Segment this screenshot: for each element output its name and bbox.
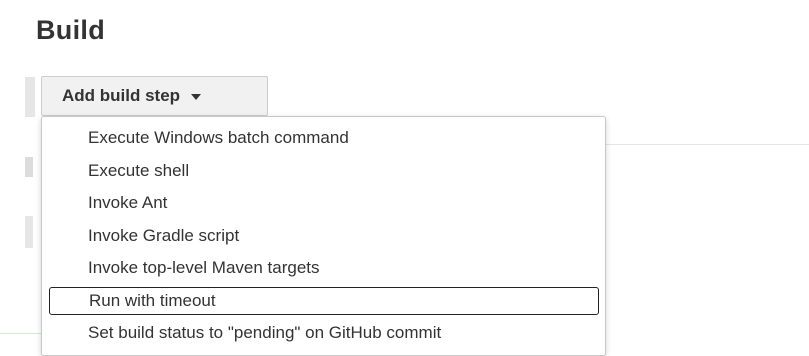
section-title: Build <box>36 15 105 45</box>
menu-item-set-github-status-pending[interactable]: Set build status to "pending" on GitHub … <box>42 317 605 350</box>
menu-item-run-with-timeout[interactable]: Run with timeout <box>49 286 599 315</box>
build-step-dropdown-menu: Execute Windows batch command Execute sh… <box>41 116 606 356</box>
obscured-button-edge <box>25 216 33 248</box>
menu-item-execute-windows-batch[interactable]: Execute Windows batch command <box>42 122 605 155</box>
menu-item-invoke-gradle[interactable]: Invoke Gradle script <box>42 220 605 253</box>
add-build-step-label: Add build step <box>62 86 181 105</box>
menu-item-invoke-ant[interactable]: Invoke Ant <box>42 187 605 220</box>
caret-down-icon <box>191 94 202 100</box>
menu-item-invoke-maven[interactable]: Invoke top-level Maven targets <box>42 252 605 285</box>
section-left-marker <box>25 77 35 117</box>
obscured-section-marker <box>25 157 33 177</box>
add-build-step-button[interactable]: Add build step <box>41 76 268 116</box>
bottom-divider <box>0 333 42 334</box>
menu-item-execute-shell[interactable]: Execute shell <box>42 155 605 188</box>
section-divider <box>606 144 809 145</box>
